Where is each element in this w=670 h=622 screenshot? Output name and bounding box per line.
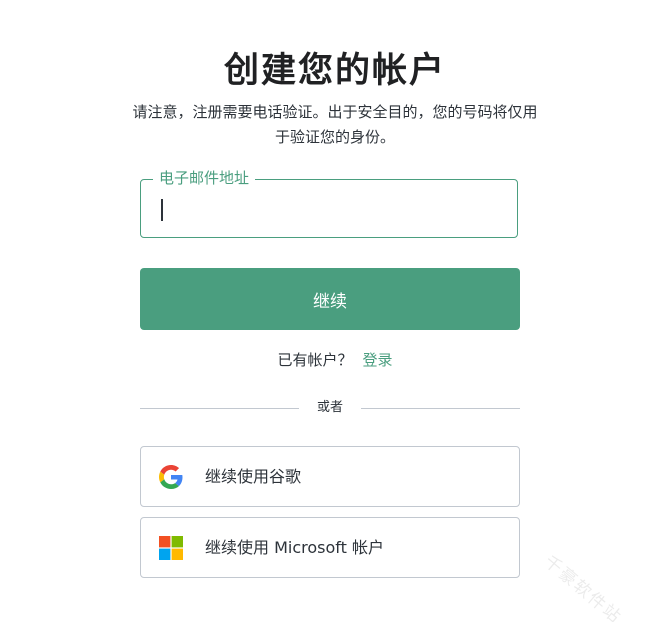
google-login-label: 继续使用谷歌	[205, 467, 302, 486]
email-field[interactable]: 电子邮件地址	[140, 167, 518, 238]
signup-page: 创建您的帐户 请注意，注册需要电话验证。出于安全目的，您的号码将仅用于验证您的身…	[0, 0, 670, 622]
page-title: 创建您的帐户	[223, 51, 446, 91]
divider-label: 或者	[316, 400, 343, 415]
microsoft-login-button[interactable]: 继续使用 Microsoft 帐户	[140, 517, 520, 578]
watermark: 千豪软件站	[539, 551, 626, 622]
google-icon	[159, 465, 183, 489]
login-question: 已有帐户？	[277, 351, 353, 369]
text-caret	[161, 199, 163, 221]
microsoft-icon	[159, 536, 183, 560]
login-prompt: 已有帐户？ 登录	[0, 348, 670, 372]
login-link[interactable]: 登录	[363, 351, 393, 369]
divider-line-left	[140, 408, 299, 409]
microsoft-login-label: 继续使用 Microsoft 帐户	[205, 538, 384, 557]
page-subtitle: 请注意，注册需要电话验证。出于安全目的，您的号码将仅用于验证您的身份。	[132, 103, 538, 146]
continue-button[interactable]: 继续	[140, 268, 520, 330]
email-field-label: 电子邮件地址	[153, 167, 256, 189]
google-login-button[interactable]: 继续使用谷歌	[140, 446, 520, 507]
divider-line-right	[361, 408, 520, 409]
email-input[interactable]	[155, 190, 499, 228]
